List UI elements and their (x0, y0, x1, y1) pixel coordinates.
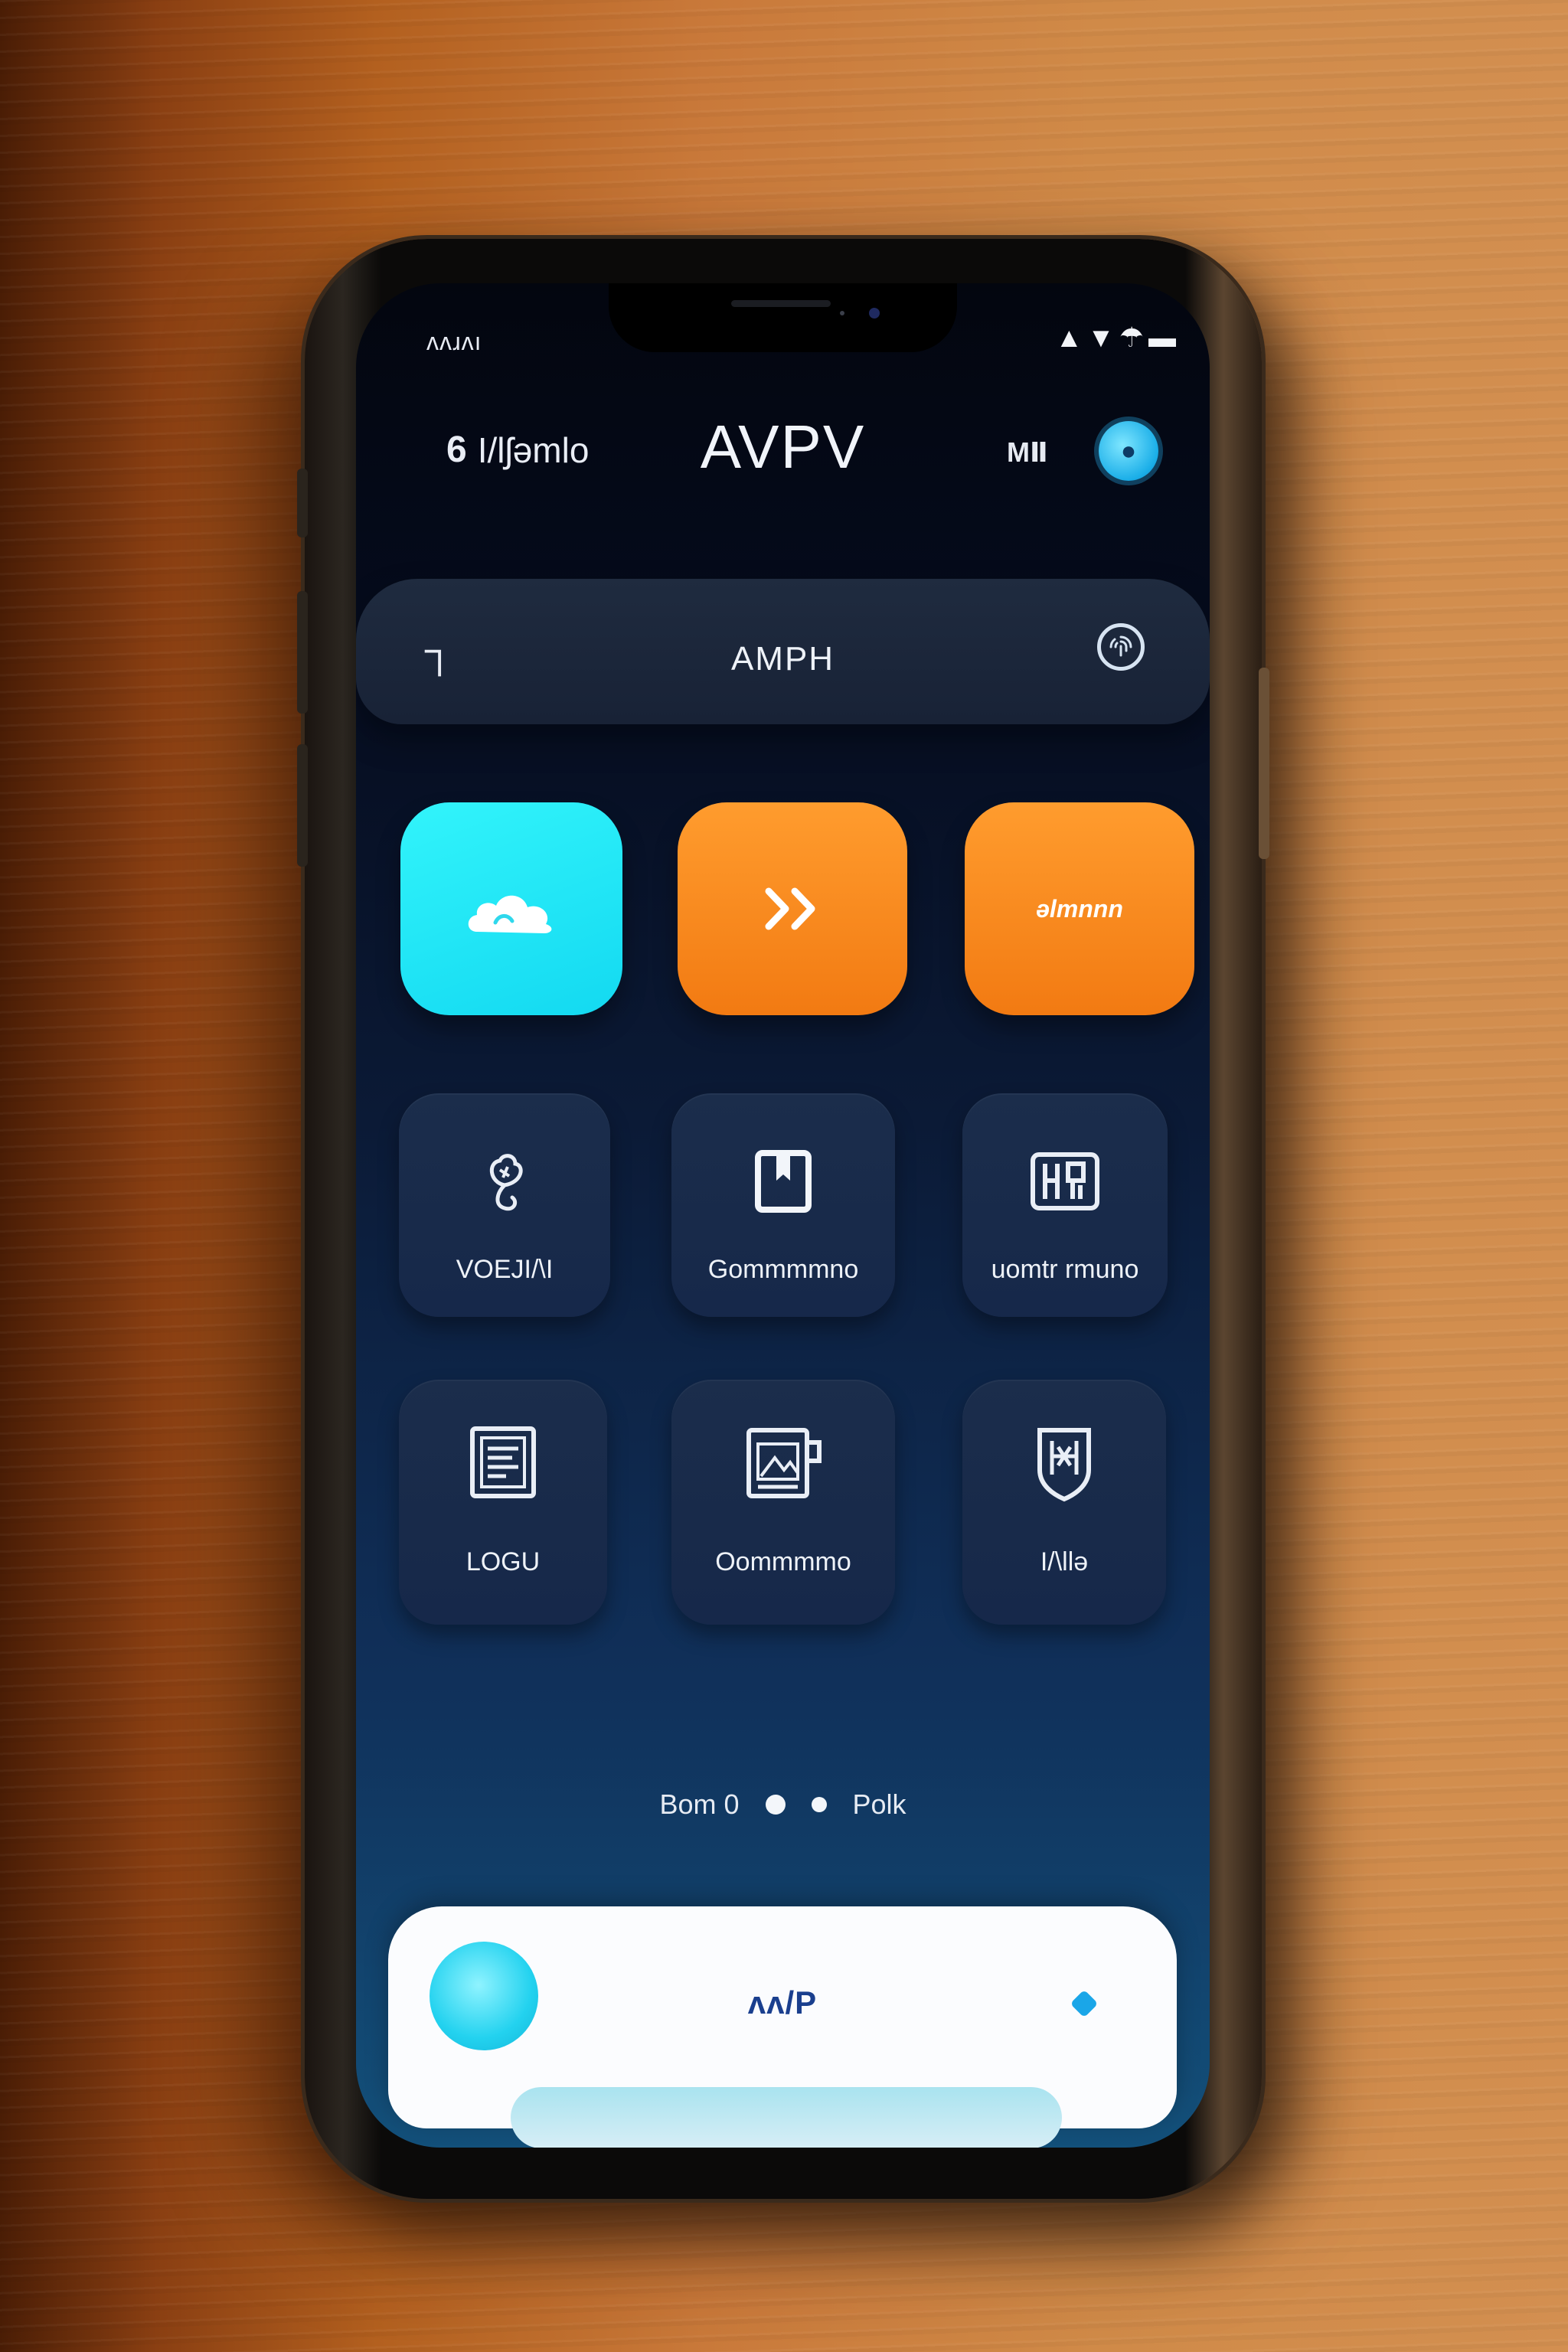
tile-5-label: Oommmmo (715, 1547, 851, 1576)
tile-6-label: I/\llə (1040, 1547, 1089, 1576)
building-icon (1031, 1152, 1099, 1210)
page-dot-active[interactable] (765, 1795, 786, 1815)
shield-icon (1037, 1428, 1091, 1502)
tile-2-label: Gommmmno (707, 1255, 859, 1284)
cloud-icon (468, 895, 552, 933)
phone-screen: ʌʌɹʌı ▲▼☂▬ 6 I/lʃəmlo AVPV MⅡ ● ┐ AMPH ə… (356, 283, 1210, 2148)
sensor (840, 311, 844, 315)
status-icons: ▲▼☂▬ (1055, 322, 1181, 353)
pager-right-label: Polk (852, 1788, 906, 1820)
power-button (1259, 668, 1269, 859)
folder-icon (746, 1428, 822, 1498)
page-indicator: Bom 0 Polk (356, 1788, 1210, 1821)
tile-1-label: VOEJI/\I (456, 1255, 554, 1284)
document-icon (470, 1426, 536, 1498)
search-title: AMPH (730, 640, 835, 678)
quick-action-3-label: əlmnnn (1036, 894, 1123, 923)
flower-icon (490, 1154, 523, 1211)
avatar[interactable]: ● (1099, 421, 1158, 481)
front-camera (869, 308, 880, 318)
book-icon (755, 1150, 812, 1213)
bottom-card[interactable]: ʌʌ/P (388, 1906, 1177, 2148)
pager-left-label: Bom 0 (659, 1788, 740, 1820)
avatar-icon: ● (1120, 436, 1137, 466)
quick-action-3[interactable]: əlmnnn (965, 802, 1194, 1015)
tile-2[interactable]: Gommmmno (671, 1093, 895, 1317)
tile-4-label: LOGU (466, 1547, 541, 1576)
header-right-label[interactable]: MⅡ (1007, 436, 1048, 469)
tile-3-label: uomtr rmuno (991, 1255, 1139, 1284)
tile-6[interactable]: I/\llə (962, 1380, 1166, 1625)
page-dot[interactable] (811, 1797, 827, 1812)
bottom-card-title: ʌʌ/P (747, 1984, 818, 2020)
quick-action-cloud[interactable] (400, 802, 622, 1015)
tile-1[interactable]: VOEJI/\I (399, 1093, 610, 1317)
mute-switch (297, 469, 308, 537)
search-bar[interactable]: ┐ AMPH (356, 579, 1210, 724)
home-indicator-bar[interactable] (511, 2087, 1062, 2148)
volume-up-button (297, 591, 308, 714)
tile-3[interactable]: uomtr rmuno (962, 1093, 1168, 1317)
quick-action-forward[interactable] (678, 802, 907, 1015)
status-time: ʌʌɹʌı (426, 328, 482, 355)
double-chevron-icon (765, 887, 815, 930)
tile-5[interactable]: Oommmmo (671, 1380, 895, 1625)
fingerprint-icon[interactable] (1097, 623, 1145, 671)
speaker-grille (731, 300, 831, 307)
notch (609, 283, 957, 352)
volume-down-button (297, 744, 308, 867)
tile-4[interactable]: LOGU (399, 1380, 607, 1625)
app-title: AVPV (700, 413, 866, 481)
